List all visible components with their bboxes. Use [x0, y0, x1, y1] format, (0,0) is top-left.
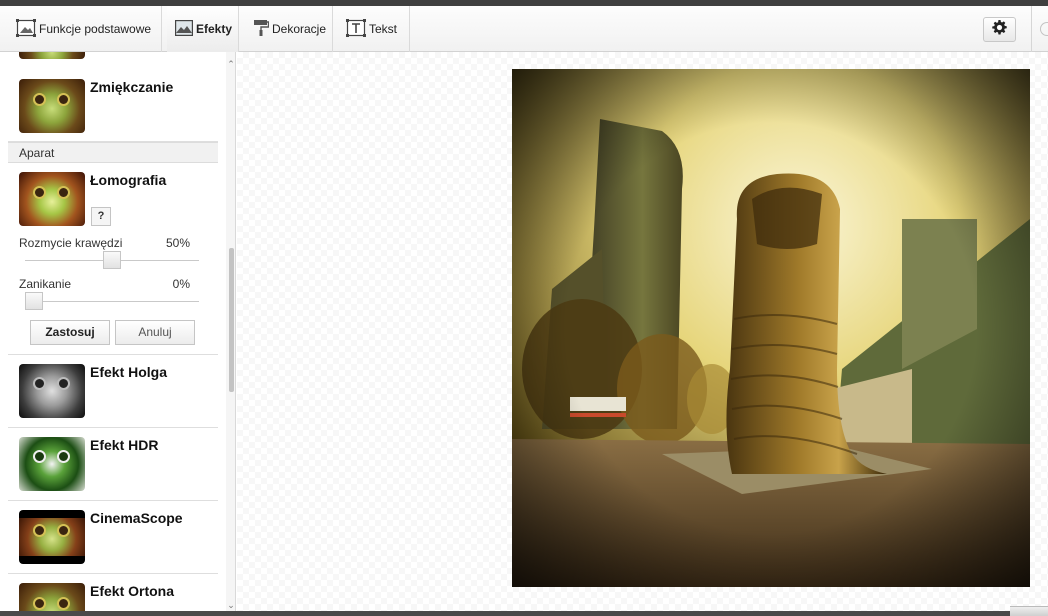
editor-canvas[interactable] [237, 52, 1048, 616]
settings-button[interactable] [983, 17, 1016, 42]
list-item-cut [8, 52, 218, 60]
effect-item-soften[interactable]: Zmiękczanie [8, 68, 218, 142]
effect-thumbnail [19, 172, 85, 226]
param-value-edge-blur: 50% [165, 236, 190, 250]
effect-title: Efekt Holga [90, 364, 168, 380]
tab-label: Funkcje podstawowe [39, 22, 152, 36]
gear-icon [992, 19, 1007, 40]
slider-handle-fade[interactable] [25, 292, 43, 310]
effect-thumbnail [19, 364, 85, 418]
effect-thumbnail [19, 510, 85, 564]
effect-item-lomography[interactable]: Łomografia ? Rozmycie krawędzi 50% Zanik… [8, 163, 218, 355]
image-icon [16, 18, 36, 40]
cancel-button[interactable]: Anuluj [115, 320, 195, 345]
param-label-edge-blur: Rozmycie krawędzi [19, 236, 123, 250]
frog-eye [57, 186, 70, 199]
frog-eye [57, 597, 70, 610]
effect-title: Łomografia [90, 172, 167, 188]
effect-title: Zmiękczanie [90, 79, 174, 95]
tab-decorations[interactable]: Dekoracje [245, 6, 333, 52]
slider-handle-edge-blur[interactable] [103, 251, 121, 269]
sidebar-scrollbar[interactable]: ⌃ ⌄ [226, 52, 235, 616]
tab-basic-functions[interactable]: Funkcje podstawowe [8, 6, 162, 52]
effects-sidebar[interactable]: Zmiękczanie Aparat Łomografia ? Rozmycie… [8, 52, 236, 616]
effect-title: Efekt Ortona [90, 583, 175, 599]
effect-item-hdr[interactable]: Efekt HDR [8, 428, 218, 501]
frog-eye [33, 377, 46, 390]
frog-eye [33, 450, 46, 463]
window-bottom-edge [0, 611, 1048, 616]
slider-track-fade[interactable] [25, 301, 199, 302]
toolbar-divider [1031, 6, 1032, 52]
frog-eye [57, 93, 70, 106]
edited-photo[interactable] [512, 69, 1030, 587]
effect-title: CinemaScope [90, 510, 183, 526]
status-corner [1010, 606, 1048, 616]
top-toolbar: Funkcje podstawowe Efekty Dekoracje Teks… [0, 6, 1048, 52]
effect-item-holga[interactable]: Efekt Holga [8, 355, 218, 428]
tab-label: Dekoracje [272, 22, 327, 36]
tab-effects[interactable]: Efekty [167, 6, 239, 52]
param-label-fade: Zanikanie [19, 277, 72, 291]
search-field-edge[interactable] [1040, 22, 1048, 36]
help-button[interactable]: ? [91, 207, 111, 226]
tab-text[interactable]: Tekst [338, 6, 410, 52]
tab-label: Tekst [369, 22, 398, 36]
text-box-icon [346, 18, 366, 40]
tab-label: Efekty [196, 22, 233, 36]
landscape-icon [175, 19, 193, 39]
scrollbar-thumb[interactable] [229, 248, 234, 392]
effect-thumbnail [19, 52, 85, 59]
effect-title: Efekt HDR [90, 437, 159, 453]
paint-roller-icon [253, 19, 270, 40]
effect-item-cinemascope[interactable]: CinemaScope [8, 501, 218, 574]
app-window: Funkcje podstawowe Efekty Dekoracje Teks… [0, 0, 1048, 616]
chevron-down-icon[interactable]: ⌄ [226, 600, 235, 610]
section-header-camera: Aparat [8, 142, 218, 163]
frog-eye [57, 524, 70, 537]
effect-thumbnail [19, 437, 85, 491]
effect-thumbnail [19, 79, 85, 133]
frog-eye [33, 186, 46, 199]
chevron-up-icon[interactable]: ⌃ [226, 59, 235, 69]
frog-eye [57, 450, 70, 463]
frog-eye [33, 524, 46, 537]
effect-item-orton[interactable]: Efekt Ortona [8, 574, 218, 616]
frog-eye [33, 597, 46, 610]
apply-button[interactable]: Zastosuj [30, 320, 110, 345]
frog-eye [57, 377, 70, 390]
param-value-fade: 0% [172, 277, 190, 291]
frog-eye [33, 93, 46, 106]
thumbnail-letterbox [19, 518, 85, 556]
